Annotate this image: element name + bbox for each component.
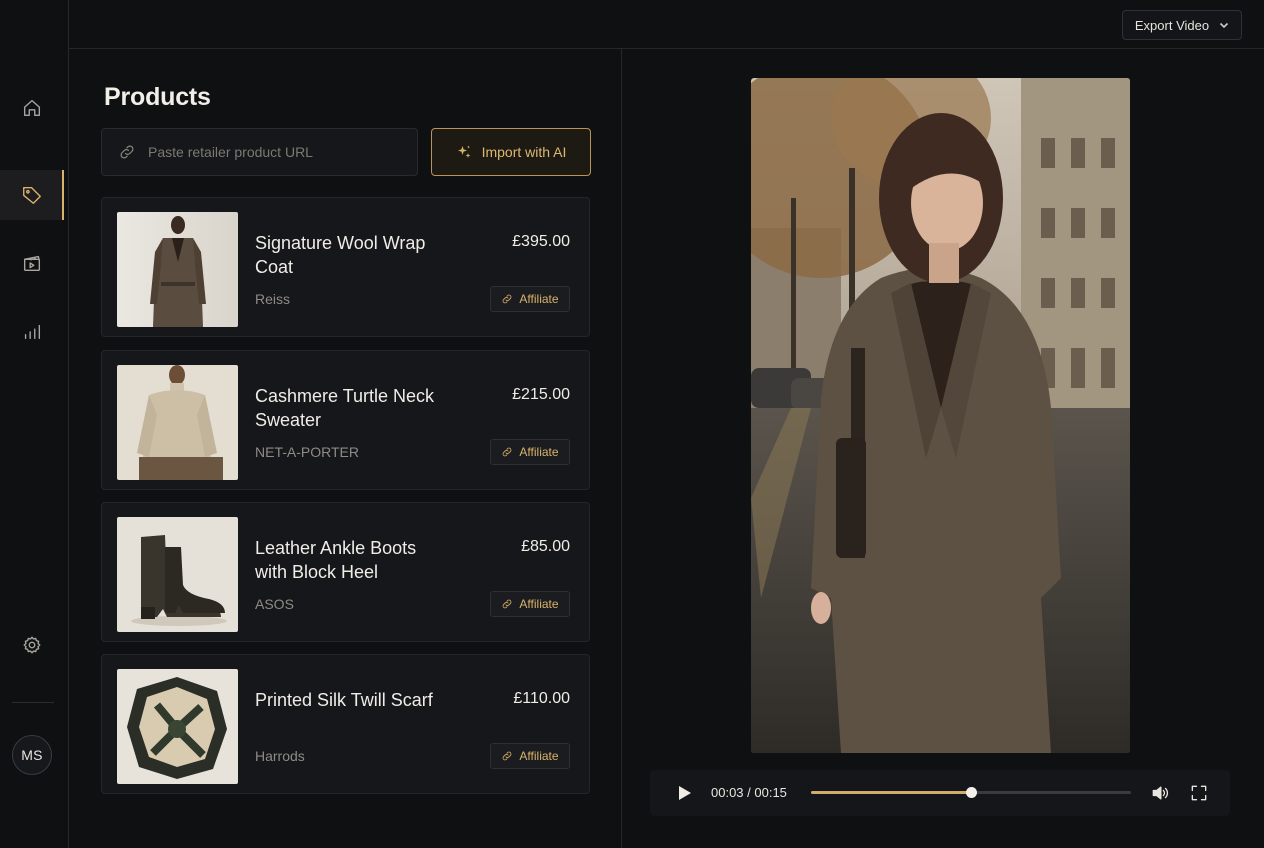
product-card[interactable]: Signature Wool Wrap Coat Reiss £395.00 A…	[101, 197, 590, 337]
export-video-button[interactable]: Export Video	[1122, 10, 1242, 40]
avatar[interactable]: MS	[12, 735, 52, 775]
fullscreen-icon	[1191, 785, 1207, 801]
affiliate-label: Affiliate	[519, 292, 559, 306]
affiliate-label: Affiliate	[519, 445, 559, 459]
product-name: Leather Ankle Boots with Block Heel	[255, 538, 417, 582]
link-icon	[120, 145, 134, 159]
product-price: £395.00	[512, 233, 570, 250]
sidebar-item-home[interactable]	[0, 83, 64, 133]
silk-scarf-image	[117, 669, 238, 784]
export-video-label: Export Video	[1134, 17, 1210, 33]
product-price: £215.00	[512, 386, 570, 403]
chevron-down-icon	[1220, 22, 1229, 29]
import-with-ai-button[interactable]: Import with AI	[431, 128, 591, 176]
progress-handle[interactable]	[966, 787, 977, 798]
wool-coat-image	[117, 212, 238, 327]
product-url-field[interactable]	[101, 128, 418, 176]
product-thumbnail-ankle-boots	[117, 517, 238, 632]
product-name: Signature Wool Wrap Coat	[255, 233, 426, 277]
sparkles-icon	[457, 145, 471, 158]
tag-icon	[23, 186, 41, 204]
product-retailer: Reiss	[255, 291, 291, 307]
product-card[interactable]: Leather Ankle Boots with Block Heel ASOS…	[101, 502, 590, 642]
affiliate-label: Affiliate	[519, 597, 559, 611]
link-icon	[503, 294, 512, 304]
gear-icon	[23, 636, 41, 654]
progress-fill	[811, 791, 971, 794]
progress-track[interactable]	[811, 787, 1131, 798]
volume-button[interactable]	[1150, 783, 1170, 803]
bar-chart-icon	[24, 324, 41, 340]
ankle-boots-image	[117, 517, 238, 632]
import-with-ai-label: Import with AI	[481, 144, 567, 160]
timecode: 00:03 / 00:15	[711, 785, 787, 800]
video-frame-image	[751, 78, 1130, 753]
product-name: Cashmere Turtle Neck Sweater	[255, 386, 435, 430]
affiliate-button[interactable]: Affiliate	[490, 743, 570, 769]
affiliate-label: Affiliate	[519, 749, 559, 763]
turtleneck-sweater-image	[117, 365, 238, 480]
sidebar-item-analytics[interactable]	[0, 306, 64, 356]
product-price: £85.00	[521, 538, 570, 555]
sidebar: MS	[0, 0, 69, 848]
sidebar-item-settings[interactable]	[0, 620, 64, 670]
link-icon	[503, 599, 512, 609]
video-player-controls: 00:03 / 00:15	[650, 770, 1230, 816]
affiliate-button[interactable]: Affiliate	[490, 286, 570, 312]
product-retailer: NET-A-PORTER	[255, 444, 359, 460]
sidebar-item-products[interactable]	[0, 170, 64, 220]
sidebar-divider	[12, 702, 54, 703]
play-button[interactable]	[674, 783, 694, 803]
product-thumbnail-silk-scarf	[117, 669, 238, 784]
product-card[interactable]: Printed Silk Twill Scarf Harrods £110.00…	[101, 654, 590, 794]
app-window: MS Export Video Products Import with AI	[0, 0, 1264, 848]
product-price: £110.00	[513, 690, 570, 707]
product-url-input[interactable]	[148, 144, 398, 160]
link-icon	[503, 447, 512, 457]
video-preview[interactable]	[751, 78, 1130, 753]
link-icon	[503, 751, 512, 761]
affiliate-button[interactable]: Affiliate	[490, 591, 570, 617]
products-panel: Products Import with AI	[69, 49, 622, 848]
volume-icon	[1152, 786, 1168, 800]
page-title: Products	[104, 83, 211, 111]
product-card[interactable]: Cashmere Turtle Neck Sweater NET-A-PORTE…	[101, 350, 590, 490]
product-retailer: ASOS	[255, 596, 294, 612]
sidebar-item-media[interactable]	[0, 238, 64, 288]
product-thumbnail-turtleneck-sweater	[117, 365, 238, 480]
top-bar: Export Video	[69, 0, 1264, 49]
clapperboard-icon	[23, 255, 41, 272]
product-retailer: Harrods	[255, 748, 305, 764]
fullscreen-button[interactable]	[1189, 783, 1209, 803]
affiliate-button[interactable]: Affiliate	[490, 439, 570, 465]
product-thumbnail-wool-coat	[117, 212, 238, 327]
play-icon	[679, 786, 691, 800]
home-icon	[23, 99, 41, 117]
product-name: Printed Silk Twill Scarf	[255, 690, 433, 710]
